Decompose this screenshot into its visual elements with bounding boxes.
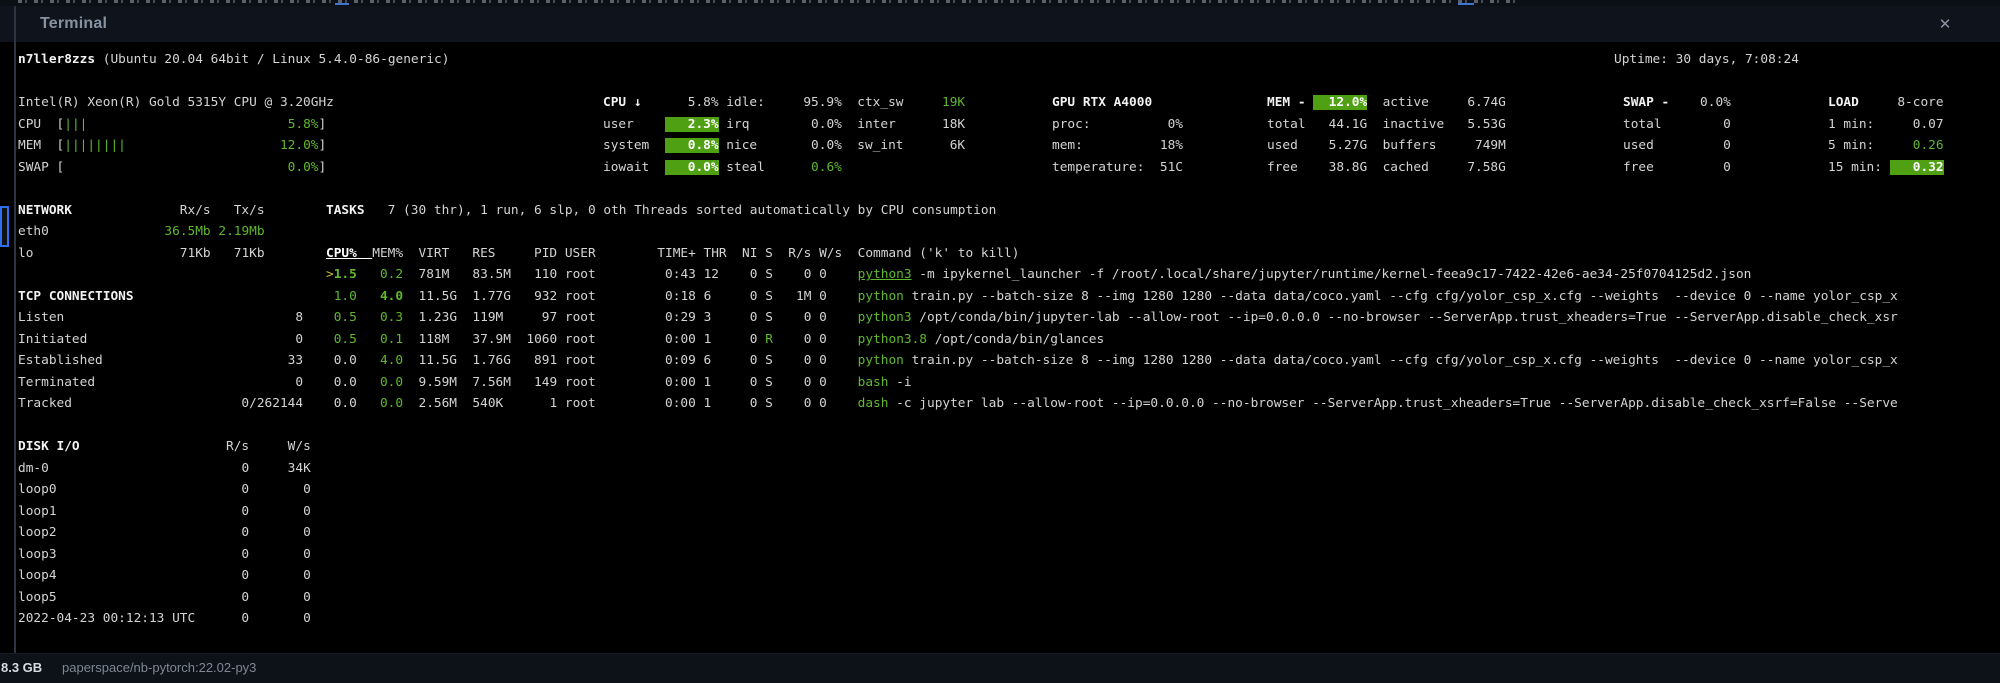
terminal-line: temperature: 51C bbox=[1052, 157, 1183, 179]
terminal-line: 15 min: 0.32 bbox=[1828, 157, 1944, 179]
terminal-line: system 0.8% nice 0.0% sw_int 6K bbox=[603, 135, 965, 157]
terminal-line: 0.0 0.0 2.56M 540K 1 root 0:00 1 0 S 0 0… bbox=[326, 393, 1898, 415]
terminal-line: loop5 0 0 bbox=[18, 587, 449, 609]
uptime-text: Uptime: 30 days, 7:08:24 bbox=[1614, 49, 1799, 71]
terminal-line: used 0 bbox=[1623, 135, 1731, 157]
clipped-text-texture bbox=[18, 0, 1518, 3]
terminal-line: 0.0 0.0 9.59M 7.56M 149 root 0:00 1 0 S … bbox=[326, 372, 1898, 394]
terminal-line: CPU ↓ 5.8% idle: 95.9% ctx_sw 19K bbox=[603, 92, 965, 114]
terminal-block-load: LOAD 8-core1 min: 0.075 min: 0.2615 min:… bbox=[1828, 92, 1944, 178]
terminal-line: loop2 0 0 bbox=[18, 522, 449, 544]
terminal-block-swap: SWAP - 0.0%total 0used 0free 0 bbox=[1623, 92, 1731, 178]
terminal-line bbox=[18, 71, 449, 93]
terminal-block-gpu: GPU RTX A4000proc: 0%mem: 18%temperature… bbox=[1052, 92, 1183, 178]
terminal-line: 0.5 0.3 1.23G 119M 97 root 0:29 3 0 S 0 … bbox=[326, 307, 1898, 329]
close-icon: ✕ bbox=[1939, 16, 1952, 33]
panel-title: Terminal bbox=[40, 15, 107, 33]
page: Terminal ✕ Uptime: 30 days, 7:08:24 n7ll… bbox=[0, 0, 2000, 683]
terminal-line: loop3 0 0 bbox=[18, 544, 449, 566]
terminal-line: loop0 0 0 bbox=[18, 479, 449, 501]
terminal-line: proc: 0% bbox=[1052, 114, 1183, 136]
terminal-line: LOAD 8-core bbox=[1828, 92, 1944, 114]
memory-usage: 8.3 GB bbox=[1, 660, 42, 675]
terminal-line bbox=[18, 415, 449, 437]
terminal-line bbox=[326, 221, 1898, 243]
terminal-line: 0.0 4.0 11.5G 1.76G 891 root 0:09 6 0 S … bbox=[326, 350, 1898, 372]
panel-left-border bbox=[14, 6, 16, 653]
terminal-line: mem: 18% bbox=[1052, 135, 1183, 157]
terminal-line: total 0 bbox=[1623, 114, 1731, 136]
terminal-line: CPU [||| 5.8%] bbox=[18, 114, 449, 136]
terminal-block-cpu: CPU ↓ 5.8% idle: 95.9% ctx_sw 19Kuser 2.… bbox=[603, 92, 965, 178]
terminal-line: 5 min: 0.26 bbox=[1828, 135, 1944, 157]
terminal-line: SWAP [ 0.0%] bbox=[18, 157, 449, 179]
terminal-line: TASKS 7 (30 thr), 1 run, 6 slp, 0 oth Th… bbox=[326, 200, 1898, 222]
terminal-line: >1.5 0.2 781M 83.5M 110 root 0:43 12 0 S… bbox=[326, 264, 1898, 286]
terminal-line: free 0 bbox=[1623, 157, 1731, 179]
status-bar: 8.3 GB paperspace/nb-pytorch:22.02-py3 bbox=[0, 653, 2000, 683]
terminal-screen[interactable]: Uptime: 30 days, 7:08:24 n7ller8zzs (Ubu… bbox=[0, 42, 2000, 653]
terminal-line: 0.5 0.1 118M 37.9M 1060 root 0:00 1 0 R … bbox=[326, 329, 1898, 351]
terminal-block-tasks: TASKS 7 (30 thr), 1 run, 6 slp, 0 oth Th… bbox=[326, 200, 1898, 415]
terminal-line: MEM - 12.0% active 6.74G bbox=[1267, 92, 1506, 114]
clipped-tab-indicator bbox=[335, 3, 349, 5]
terminal-line: loop1 0 0 bbox=[18, 501, 449, 523]
scroll-indicator[interactable] bbox=[0, 206, 9, 247]
terminal-line: GPU RTX A4000 bbox=[1052, 92, 1183, 114]
terminal-line: user 2.3% irq 0.0% inter 18K bbox=[603, 114, 965, 136]
terminal-line: CPU% MEM% VIRT RES PID USER TIME+ THR NI… bbox=[326, 243, 1898, 265]
container-image-name: paperspace/nb-pytorch:22.02-py3 bbox=[62, 660, 256, 675]
terminal-line: iowait 0.0% steal 0.6% bbox=[603, 157, 965, 179]
terminal-line: 1 min: 0.07 bbox=[1828, 114, 1944, 136]
terminal-line: 1.0 4.0 11.5G 1.77G 932 root 0:18 6 0 S … bbox=[326, 286, 1898, 308]
terminal-line: DISK I/O R/s W/s bbox=[18, 436, 449, 458]
terminal-line: total 44.1G inactive 5.53G bbox=[1267, 114, 1506, 136]
terminal-line: Intel(R) Xeon(R) Gold 5315Y CPU @ 3.20GH… bbox=[18, 92, 449, 114]
terminal-line: used 5.27G buffers 749M bbox=[1267, 135, 1506, 157]
clipped-tab-indicator bbox=[1458, 3, 1474, 5]
terminal-panel-header: Terminal ✕ bbox=[0, 6, 2000, 42]
terminal-line bbox=[18, 178, 449, 200]
terminal-block-mem: MEM - 12.0% active 6.74Gtotal 44.1G inac… bbox=[1267, 92, 1506, 178]
terminal-line: MEM [|||||||| 12.0%] bbox=[18, 135, 449, 157]
terminal-line: SWAP - 0.0% bbox=[1623, 92, 1731, 114]
close-button[interactable]: ✕ bbox=[1934, 14, 1956, 36]
terminal-line: n7ller8zzs (Ubuntu 20.04 64bit / Linux 5… bbox=[18, 49, 449, 71]
terminal-line: 2022-04-23 00:12:13 UTC 0 0 bbox=[18, 608, 449, 630]
terminal-line: free 38.8G cached 7.58G bbox=[1267, 157, 1506, 179]
terminal-line: loop4 0 0 bbox=[18, 565, 449, 587]
terminal-line: dm-0 0 34K bbox=[18, 458, 449, 480]
